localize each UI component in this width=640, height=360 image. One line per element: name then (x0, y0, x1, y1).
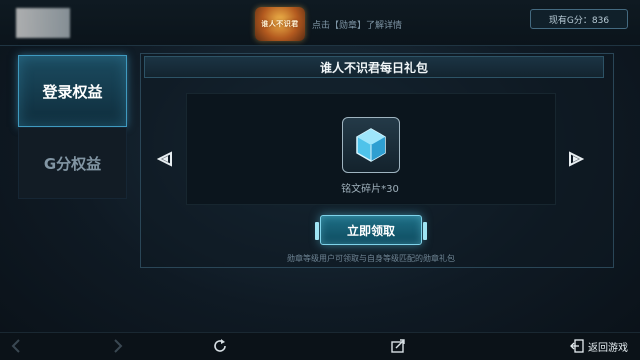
gift-title: 谁人不识君每日礼包 (144, 56, 604, 78)
exit-icon (570, 339, 584, 353)
item-label: 铭文碎片*30 (341, 184, 399, 195)
return-game-button[interactable]: 返回游戏 (570, 337, 628, 355)
bottom-bar (0, 332, 640, 360)
tab-g-points-benefits[interactable]: G分权益 (18, 127, 127, 199)
gift-note: 勋章等级用户可领取与自身等级匹配的勋章礼包 (287, 254, 455, 263)
share-icon[interactable] (390, 338, 406, 354)
tab-login-benefits[interactable]: 登录权益 (18, 55, 127, 127)
forward-icon[interactable] (110, 338, 126, 354)
return-game-label: 返回游戏 (588, 342, 628, 354)
next-arrow-icon[interactable] (567, 150, 585, 168)
avatar[interactable] (16, 8, 70, 38)
refresh-icon[interactable] (212, 338, 228, 354)
points-display: 现有G分：836 (530, 9, 628, 29)
badge-emblem[interactable]: 谁人不识君 (255, 7, 305, 41)
badge-detail-link[interactable]: 点击【勋章】了解详情 (312, 18, 402, 31)
back-icon[interactable] (8, 338, 24, 354)
prev-arrow-icon[interactable] (156, 150, 174, 168)
emblem-text: 谁人不识君 (261, 20, 299, 28)
crystal-gem-icon[interactable] (342, 117, 400, 173)
claim-button[interactable]: 立即领取 (315, 215, 427, 245)
